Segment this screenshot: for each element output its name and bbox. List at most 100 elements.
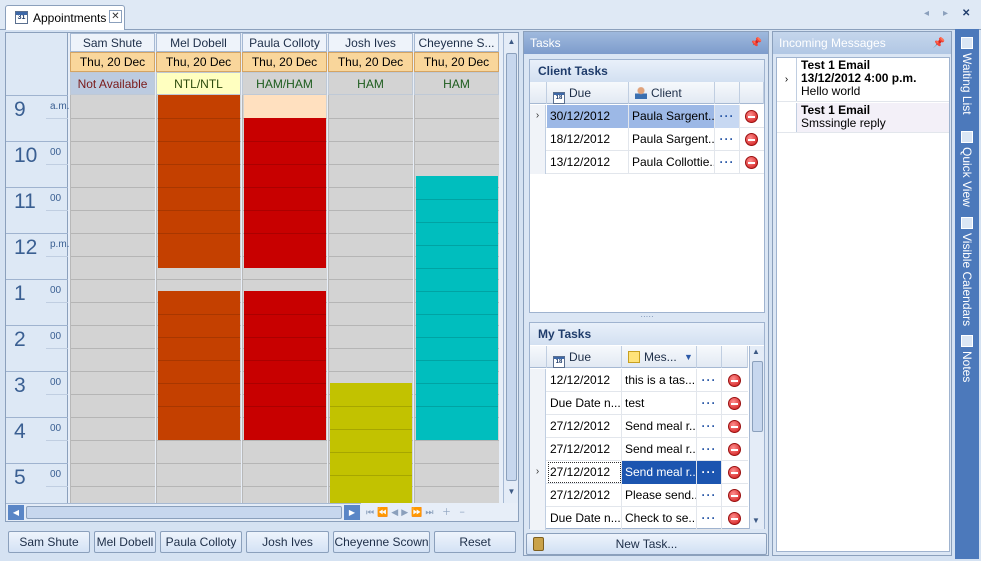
resource-name-header[interactable]: Cheyenne S... xyxy=(414,33,499,52)
appointment-block[interactable] xyxy=(330,382,412,503)
scroll-down-icon[interactable]: ▼ xyxy=(752,516,760,525)
message-detail: Smssingle reply xyxy=(801,116,886,130)
hour-label: 2 xyxy=(14,328,26,351)
reset-button[interactable]: Reset xyxy=(434,531,516,553)
new-task-button[interactable]: New Task... xyxy=(526,533,767,555)
more-options-button[interactable]: ··· xyxy=(697,392,722,415)
more-options-button[interactable]: ··· xyxy=(697,438,722,461)
my-tasks-scrollbar[interactable]: ▲ ▼ xyxy=(749,346,764,529)
side-tab-notes[interactable]: Notes xyxy=(955,335,979,382)
pin-icon[interactable]: 📌 xyxy=(933,33,945,55)
filter-icon[interactable]: ▼ xyxy=(684,346,693,368)
time-slot-line xyxy=(243,279,327,280)
table-row[interactable]: 12/12/2012 this is a tas... ··· xyxy=(530,369,748,392)
scroll-thumb[interactable] xyxy=(506,53,517,481)
resource-day-grid[interactable] xyxy=(70,95,155,503)
tab-close-button[interactable]: ✕ xyxy=(109,10,122,23)
time-slot-9: 9 a.m. xyxy=(6,95,69,141)
appointment-block[interactable] xyxy=(158,95,240,268)
side-tab-waiting-list[interactable]: Waiting List xyxy=(955,37,979,115)
table-row[interactable]: › 27/12/2012 Send meal r... ··· xyxy=(530,461,748,484)
resource-date-header[interactable]: Thu, 20 Dec xyxy=(156,52,241,72)
more-options-button[interactable]: ··· xyxy=(715,105,740,128)
delete-icon[interactable] xyxy=(728,512,741,525)
message-item[interactable]: Test 1 Email Smssingle reply xyxy=(777,103,949,133)
resource-date-header[interactable]: Thu, 20 Dec xyxy=(414,52,499,72)
table-row[interactable]: 27/12/2012 Send meal r... ··· xyxy=(530,438,748,461)
delete-icon[interactable] xyxy=(728,443,741,456)
time-slot-line xyxy=(329,325,413,326)
delete-icon[interactable] xyxy=(728,489,741,502)
appointment-block[interactable] xyxy=(244,95,326,118)
tab-scroll-left-icon[interactable]: ◂ xyxy=(924,8,929,19)
tab-scroll-right-icon[interactable]: ▸ xyxy=(943,8,948,19)
scroll-up-icon[interactable]: ▲ xyxy=(752,347,760,356)
delete-icon[interactable] xyxy=(728,466,741,479)
more-options-button[interactable]: ··· xyxy=(715,151,740,174)
resource-navigator[interactable]: ⏮⏪◀▶⏩⏭ ＋ − xyxy=(362,503,518,521)
scheduler-vertical-scrollbar[interactable]: ▲ ▼ xyxy=(503,33,518,503)
resource-button[interactable]: Paula Colloty xyxy=(160,531,242,553)
scheduler-horizontal-scrollbar[interactable]: ◀ ▶ xyxy=(6,503,361,521)
more-options-button[interactable]: ··· xyxy=(697,507,722,530)
table-row[interactable]: 13/12/2012 Paula Collottie... ··· xyxy=(530,151,764,174)
appointment-block[interactable] xyxy=(416,175,498,440)
appointment-block[interactable] xyxy=(158,290,240,440)
table-row[interactable]: Due Date n... Check to se... ··· xyxy=(530,507,748,530)
resource-date-header[interactable]: Thu, 20 Dec xyxy=(328,52,413,72)
close-document-icon[interactable]: ✕ xyxy=(962,8,970,19)
calendar-icon: 18 xyxy=(553,356,565,368)
delete-icon[interactable] xyxy=(728,397,741,410)
resource-button[interactable]: Sam Shute xyxy=(8,531,90,553)
resource-name-header[interactable]: Paula Colloty xyxy=(242,33,327,52)
delete-icon[interactable] xyxy=(745,133,758,146)
side-tab-visible-calendars[interactable]: Visible Calendars xyxy=(955,217,979,326)
pin-icon[interactable]: 📌 xyxy=(750,33,762,55)
table-row[interactable]: › 30/12/2012 Paula Sargent... ··· xyxy=(530,105,764,128)
resource-button[interactable]: Cheyenne Scown xyxy=(333,531,430,553)
more-options-button[interactable]: ··· xyxy=(715,128,740,151)
delete-icon[interactable] xyxy=(728,420,741,433)
resource-date-header[interactable]: Thu, 20 Dec xyxy=(70,52,155,72)
resource-day-grid[interactable] xyxy=(328,95,413,503)
more-options-button[interactable]: ··· xyxy=(697,461,722,484)
message-cell: Send meal r... xyxy=(622,415,697,438)
resource-day-grid[interactable] xyxy=(156,95,241,503)
panel-splitter[interactable]: ····· xyxy=(528,313,766,321)
resource-date-header[interactable]: Thu, 20 Dec xyxy=(242,52,327,72)
table-row[interactable]: Due Date n... test ··· xyxy=(530,392,748,415)
scroll-thumb[interactable] xyxy=(26,506,342,519)
tab-appointments[interactable]: 31 Appointments ✕ xyxy=(5,5,125,30)
scroll-up-icon[interactable]: ▲ xyxy=(505,35,518,49)
scroll-right-icon[interactable]: ▶ xyxy=(344,505,360,520)
more-options-button[interactable]: ··· xyxy=(697,484,722,507)
table-row[interactable]: 27/12/2012 Please send... ··· xyxy=(530,484,748,507)
message-item[interactable]: › Test 1 Email 13/12/2012 4:00 p.m. Hello w… xyxy=(777,58,949,102)
appointment-block[interactable] xyxy=(244,290,326,440)
appointment-block[interactable] xyxy=(244,118,326,268)
more-options-button[interactable]: ··· xyxy=(697,369,722,392)
column-due[interactable]: 18 Due xyxy=(547,346,622,368)
resource-name-header[interactable]: Sam Shute xyxy=(70,33,155,52)
delete-icon[interactable] xyxy=(728,374,741,387)
table-row[interactable]: 27/12/2012 Send meal r... ··· xyxy=(530,415,748,438)
column-client[interactable]: Client xyxy=(629,82,715,104)
column-due[interactable]: 18 Due xyxy=(547,82,629,104)
scroll-down-icon[interactable]: ▼ xyxy=(505,485,518,499)
resource-day-grid[interactable] xyxy=(414,95,499,503)
delete-icon[interactable] xyxy=(745,110,758,123)
delete-icon[interactable] xyxy=(745,156,758,169)
calendar-icon: 18 xyxy=(553,92,565,104)
resource-name-header[interactable]: Mel Dobell xyxy=(156,33,241,52)
side-tab-label: Quick View xyxy=(960,147,974,207)
scroll-left-icon[interactable]: ◀ xyxy=(8,505,24,520)
table-row[interactable]: 18/12/2012 Paula Sargent... ··· xyxy=(530,128,764,151)
resource-button[interactable]: Mel Dobell xyxy=(94,531,156,553)
side-tab-quick-view[interactable]: Quick View xyxy=(955,131,979,207)
resource-button[interactable]: Josh Ives xyxy=(246,531,329,553)
column-message[interactable]: Mes... ▼ xyxy=(622,346,697,368)
resource-name-header[interactable]: Josh Ives xyxy=(328,33,413,52)
more-options-button[interactable]: ··· xyxy=(697,415,722,438)
resource-day-grid[interactable] xyxy=(242,95,327,503)
scroll-thumb[interactable] xyxy=(752,361,763,432)
